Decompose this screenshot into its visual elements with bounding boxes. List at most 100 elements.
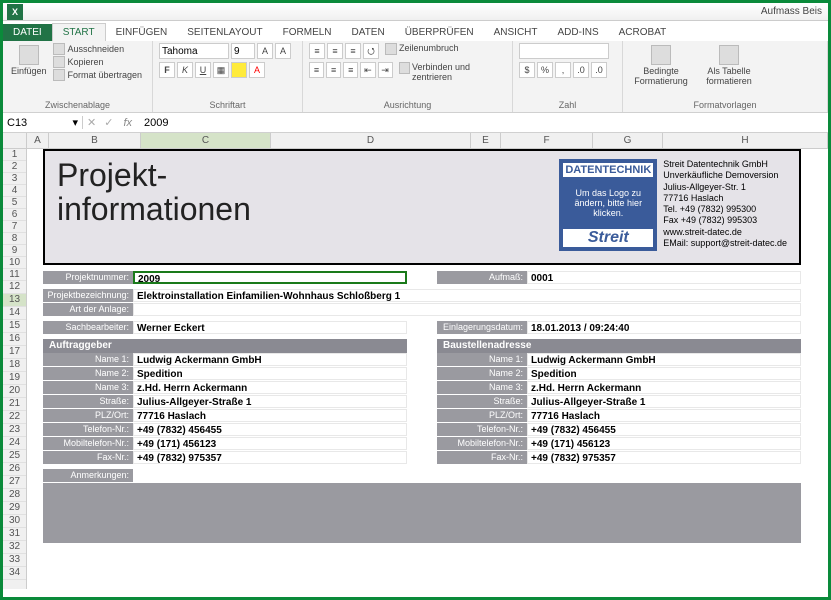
sach-value[interactable]: Werner Eckert: [133, 321, 407, 334]
align-right-button[interactable]: ≡: [343, 62, 358, 78]
row-10[interactable]: 10: [3, 257, 26, 269]
orientation-button[interactable]: ⭯: [363, 43, 379, 59]
row-17[interactable]: 17: [3, 346, 26, 359]
row-22[interactable]: 22: [3, 411, 26, 424]
row-7[interactable]: 7: [3, 221, 26, 233]
anm-area[interactable]: [43, 483, 801, 543]
align-center-button[interactable]: ≡: [326, 62, 341, 78]
cancel-icon[interactable]: ✕: [83, 116, 100, 129]
align-top-button[interactable]: ≡: [309, 43, 325, 59]
bs-mob-value[interactable]: +49 (171) 456123: [527, 437, 801, 450]
ag-fax-value[interactable]: +49 (7832) 975357: [133, 451, 407, 464]
col-g[interactable]: G: [593, 133, 663, 148]
merge-button[interactable]: Verbinden und zentrieren: [399, 62, 506, 82]
col-f[interactable]: F: [501, 133, 593, 148]
row-28[interactable]: 28: [3, 489, 26, 502]
col-b[interactable]: B: [49, 133, 141, 148]
row-32[interactable]: 32: [3, 541, 26, 554]
row-2[interactable]: 2: [3, 161, 26, 173]
row-1[interactable]: 1: [3, 149, 26, 161]
bs-str-value[interactable]: Julius-Allgeyer-Straße 1: [527, 395, 801, 408]
col-a[interactable]: A: [27, 133, 49, 148]
row-5[interactable]: 5: [3, 197, 26, 209]
increase-font-button[interactable]: A: [257, 43, 273, 59]
fx-icon[interactable]: fx: [117, 117, 138, 129]
underline-button[interactable]: U: [195, 62, 211, 78]
bs-n1-value[interactable]: Ludwig Ackermann GmbH: [527, 353, 801, 366]
row-18[interactable]: 18: [3, 359, 26, 372]
bez-value[interactable]: Elektroinstallation Einfamilien-Wohnhaus…: [133, 289, 801, 302]
col-e[interactable]: E: [471, 133, 501, 148]
tab-acrobat[interactable]: ACROBAT: [609, 24, 677, 41]
company-logo[interactable]: DATENTECHNIK Um das Logo zu ändern, bitt…: [559, 159, 657, 251]
font-name-select[interactable]: [159, 43, 229, 59]
aufmass-value[interactable]: 0001: [527, 271, 801, 284]
projektnr-value[interactable]: 2009: [133, 271, 407, 284]
col-c[interactable]: C: [141, 133, 271, 148]
row-3[interactable]: 3: [3, 173, 26, 185]
row-26[interactable]: 26: [3, 463, 26, 476]
ag-n3-value[interactable]: z.Hd. Herrn Ackermann: [133, 381, 407, 394]
ag-n1-value[interactable]: Ludwig Ackermann GmbH: [133, 353, 407, 366]
bs-tel-value[interactable]: +49 (7832) 456455: [527, 423, 801, 436]
tab-daten[interactable]: DATEN: [342, 24, 395, 41]
tab-ueberpruefen[interactable]: ÜBERPRÜFEN: [395, 24, 484, 41]
tab-einfuegen[interactable]: EINFÜGEN: [106, 24, 178, 41]
row-30[interactable]: 30: [3, 515, 26, 528]
font-color-button[interactable]: A: [249, 62, 265, 78]
row-13[interactable]: 13: [3, 294, 26, 307]
bs-n2-value[interactable]: Spedition: [527, 367, 801, 380]
ag-n2-value[interactable]: Spedition: [133, 367, 407, 380]
decrease-font-button[interactable]: A: [275, 43, 291, 59]
row-21[interactable]: 21: [3, 398, 26, 411]
row-29[interactable]: 29: [3, 502, 26, 515]
row-4[interactable]: 4: [3, 185, 26, 197]
row-33[interactable]: 33: [3, 554, 26, 567]
number-format-select[interactable]: [519, 43, 609, 59]
indent-inc-button[interactable]: ⇥: [378, 62, 393, 78]
row-12[interactable]: 12: [3, 281, 26, 294]
row-27[interactable]: 27: [3, 476, 26, 489]
percent-button[interactable]: %: [537, 62, 553, 78]
bs-plz-value[interactable]: 77716 Haslach: [527, 409, 801, 422]
cells-area[interactable]: Projekt- informationen DATENTECHNIK Um d…: [27, 149, 828, 589]
comma-button[interactable]: ,: [555, 62, 571, 78]
ag-tel-value[interactable]: +49 (7832) 456455: [133, 423, 407, 436]
worksheet[interactable]: 1234567891011121314151617181920212223242…: [3, 149, 828, 589]
tab-formeln[interactable]: FORMELN: [273, 24, 342, 41]
bs-n3-value[interactable]: z.Hd. Herrn Ackermann: [527, 381, 801, 394]
wrap-text-button[interactable]: Zeilenumbruch: [385, 43, 459, 59]
fill-color-button[interactable]: [231, 62, 247, 78]
dec-decimal-button[interactable]: .0: [591, 62, 607, 78]
confirm-icon[interactable]: ✓: [100, 116, 117, 129]
tab-ansicht[interactable]: ANSICHT: [484, 24, 548, 41]
indent-dec-button[interactable]: ⇤: [360, 62, 375, 78]
bs-fax-value[interactable]: +49 (7832) 975357: [527, 451, 801, 464]
row-14[interactable]: 14: [3, 307, 26, 320]
align-left-button[interactable]: ≡: [309, 62, 324, 78]
align-middle-button[interactable]: ≡: [327, 43, 343, 59]
row-24[interactable]: 24: [3, 437, 26, 450]
row-23[interactable]: 23: [3, 424, 26, 437]
col-h[interactable]: H: [663, 133, 828, 148]
border-button[interactable]: ▦: [213, 62, 229, 78]
inc-decimal-button[interactable]: .0: [573, 62, 589, 78]
format-painter-button[interactable]: Format übertragen: [53, 69, 143, 81]
ag-str-value[interactable]: Julius-Allgeyer-Straße 1: [133, 395, 407, 408]
row-6[interactable]: 6: [3, 209, 26, 221]
tab-seitenlayout[interactable]: SEITENLAYOUT: [177, 24, 272, 41]
tab-addins[interactable]: ADD-INS: [548, 24, 609, 41]
row-20[interactable]: 20: [3, 385, 26, 398]
tab-start[interactable]: START: [52, 23, 106, 41]
cut-button[interactable]: Ausschneiden: [53, 43, 143, 55]
font-size-select[interactable]: [231, 43, 255, 59]
einl-value[interactable]: 18.01.2013 / 09:24:40: [527, 321, 801, 334]
ag-mob-value[interactable]: +49 (171) 456123: [133, 437, 407, 450]
row-34[interactable]: 34: [3, 567, 26, 580]
row-19[interactable]: 19: [3, 372, 26, 385]
paste-button[interactable]: Einfügen: [9, 43, 49, 78]
row-11[interactable]: 11: [3, 269, 26, 281]
col-d[interactable]: D: [271, 133, 471, 148]
select-all-corner[interactable]: [3, 133, 27, 148]
align-bottom-button[interactable]: ≡: [345, 43, 361, 59]
